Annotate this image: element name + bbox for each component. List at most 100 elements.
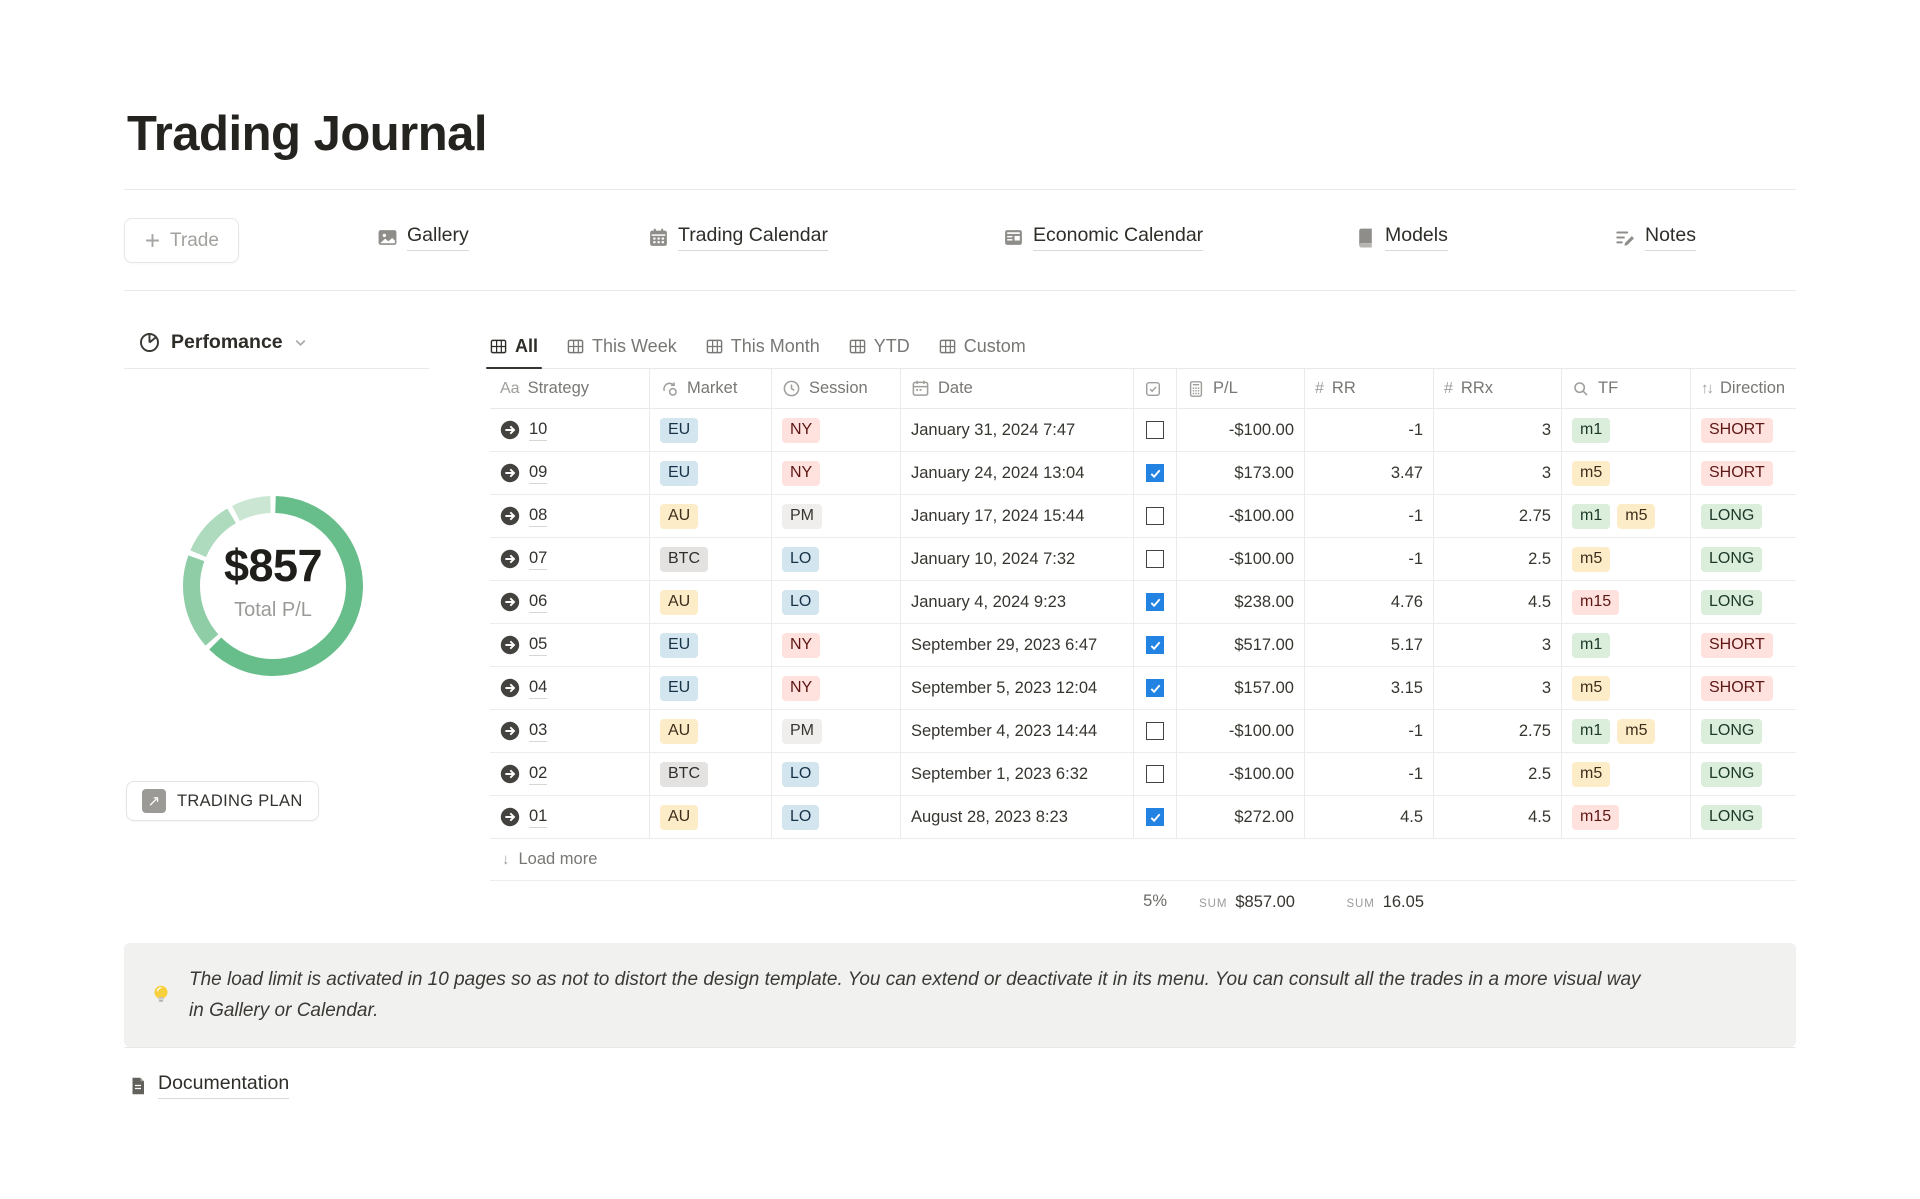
- cell-tf[interactable]: m5: [1562, 753, 1691, 796]
- checkbox[interactable]: [1146, 593, 1164, 611]
- nav-link-gallery[interactable]: Gallery: [377, 224, 469, 251]
- cell-pl[interactable]: $157.00: [1177, 667, 1305, 710]
- tab-custom[interactable]: Custom: [939, 330, 1026, 362]
- cell-pl[interactable]: $272.00: [1177, 796, 1305, 839]
- column-header-pl[interactable]: P/L: [1177, 369, 1305, 409]
- column-header-checked[interactable]: [1134, 369, 1177, 409]
- cell-pl[interactable]: -$100.00: [1177, 753, 1305, 796]
- trade-page-link[interactable]: 03: [500, 721, 547, 742]
- cell-market[interactable]: AU: [650, 796, 772, 839]
- cell-market[interactable]: AU: [650, 710, 772, 753]
- cell-pl[interactable]: -$100.00: [1177, 710, 1305, 753]
- column-header-rr[interactable]: #RR: [1305, 369, 1434, 409]
- tab-this-month[interactable]: This Month: [706, 330, 820, 362]
- cell-tf[interactable]: m5: [1562, 538, 1691, 581]
- cell-pl[interactable]: -$100.00: [1177, 409, 1305, 452]
- column-header-rrx[interactable]: #RRx: [1434, 369, 1562, 409]
- cell-date[interactable]: August 28, 2023 8:23: [901, 796, 1134, 839]
- cell-direction[interactable]: LONG: [1691, 495, 1796, 538]
- cell-session[interactable]: NY: [772, 409, 901, 452]
- cell-date[interactable]: January 17, 2024 15:44: [901, 495, 1134, 538]
- cell-rr[interactable]: -1: [1305, 753, 1434, 796]
- trade-button[interactable]: Trade: [124, 218, 239, 263]
- cell-rrx[interactable]: 4.5: [1434, 796, 1562, 839]
- footer-sum-rr[interactable]: SUM16.05: [1305, 881, 1434, 923]
- cell-session[interactable]: LO: [772, 796, 901, 839]
- cell-rr[interactable]: -1: [1305, 495, 1434, 538]
- checkbox[interactable]: [1146, 679, 1164, 697]
- checkbox[interactable]: [1146, 722, 1164, 740]
- cell-rrx[interactable]: 2.75: [1434, 710, 1562, 753]
- cell-session[interactable]: PM: [772, 495, 901, 538]
- cell-session[interactable]: NY: [772, 624, 901, 667]
- column-header-session[interactable]: Session: [772, 369, 901, 409]
- cell-tf[interactable]: m15: [1562, 796, 1691, 839]
- cell-direction[interactable]: LONG: [1691, 710, 1796, 753]
- cell-direction[interactable]: LONG: [1691, 753, 1796, 796]
- cell-rrx[interactable]: 2.5: [1434, 753, 1562, 796]
- cell-market[interactable]: EU: [650, 624, 772, 667]
- cell-date[interactable]: September 29, 2023 6:47: [901, 624, 1134, 667]
- cell-market[interactable]: AU: [650, 581, 772, 624]
- load-more-button[interactable]: ↓ Load more: [490, 839, 1796, 881]
- nav-link-notes[interactable]: Notes: [1614, 224, 1696, 251]
- performance-view-select[interactable]: Perfomance: [138, 331, 308, 354]
- tab-ytd[interactable]: YTD: [849, 330, 910, 362]
- checkbox[interactable]: [1146, 765, 1164, 783]
- column-header-strategy[interactable]: AaStrategy: [490, 369, 650, 409]
- cell-tf[interactable]: m1: [1562, 409, 1691, 452]
- cell-pl[interactable]: $173.00: [1177, 452, 1305, 495]
- cell-pl[interactable]: -$100.00: [1177, 538, 1305, 581]
- nav-link-models[interactable]: Models: [1355, 224, 1448, 251]
- page-title[interactable]: Trading Journal: [127, 106, 487, 162]
- cell-direction[interactable]: LONG: [1691, 581, 1796, 624]
- tab-all[interactable]: All: [490, 330, 538, 362]
- trade-page-link[interactable]: 09: [500, 463, 547, 484]
- column-header-date[interactable]: Date: [901, 369, 1134, 409]
- cell-tf[interactable]: m5: [1562, 667, 1691, 710]
- cell-session[interactable]: LO: [772, 753, 901, 796]
- checkbox[interactable]: [1146, 636, 1164, 654]
- cell-date[interactable]: January 24, 2024 13:04: [901, 452, 1134, 495]
- checkbox[interactable]: [1146, 550, 1164, 568]
- trade-page-link[interactable]: 06: [500, 592, 547, 613]
- cell-pl[interactable]: $238.00: [1177, 581, 1305, 624]
- cell-rrx[interactable]: 3: [1434, 667, 1562, 710]
- cell-rrx[interactable]: 4.5: [1434, 581, 1562, 624]
- cell-direction[interactable]: SHORT: [1691, 409, 1796, 452]
- cell-direction[interactable]: LONG: [1691, 796, 1796, 839]
- cell-date[interactable]: September 1, 2023 6:32: [901, 753, 1134, 796]
- cell-date[interactable]: January 31, 2024 7:47: [901, 409, 1134, 452]
- cell-rr[interactable]: 4.76: [1305, 581, 1434, 624]
- cell-rr[interactable]: -1: [1305, 710, 1434, 753]
- cell-session[interactable]: NY: [772, 667, 901, 710]
- cell-direction[interactable]: SHORT: [1691, 667, 1796, 710]
- trade-page-link[interactable]: 04: [500, 678, 547, 699]
- cell-market[interactable]: BTC: [650, 753, 772, 796]
- cell-tf[interactable]: m15: [1562, 581, 1691, 624]
- cell-rr[interactable]: 4.5: [1305, 796, 1434, 839]
- cell-direction[interactable]: SHORT: [1691, 452, 1796, 495]
- trade-page-link[interactable]: 07: [500, 549, 547, 570]
- trade-page-link[interactable]: 05: [500, 635, 547, 656]
- cell-market[interactable]: EU: [650, 409, 772, 452]
- checkbox[interactable]: [1146, 808, 1164, 826]
- cell-tf[interactable]: m1: [1562, 624, 1691, 667]
- cell-rrx[interactable]: 3: [1434, 409, 1562, 452]
- nav-link-economic-calendar[interactable]: Economic Calendar: [1003, 224, 1203, 251]
- cell-rr[interactable]: 5.17: [1305, 624, 1434, 667]
- cell-tf[interactable]: m1m5: [1562, 710, 1691, 753]
- cell-rr[interactable]: -1: [1305, 538, 1434, 581]
- trading-plan-button[interactable]: ↗ TRADING PLAN: [126, 781, 319, 821]
- column-header-market[interactable]: Market: [650, 369, 772, 409]
- cell-rr[interactable]: 3.47: [1305, 452, 1434, 495]
- cell-rr[interactable]: 3.15: [1305, 667, 1434, 710]
- column-header-direction[interactable]: ↑↓Direction: [1691, 369, 1796, 409]
- cell-rrx[interactable]: 2.75: [1434, 495, 1562, 538]
- trade-page-link[interactable]: 01: [500, 807, 547, 828]
- cell-session[interactable]: PM: [772, 710, 901, 753]
- footer-sum-pl[interactable]: SUM$857.00: [1177, 881, 1305, 923]
- nav-link-trading-calendar[interactable]: Trading Calendar: [648, 224, 828, 251]
- tab-this-week[interactable]: This Week: [567, 330, 677, 362]
- cell-session[interactable]: LO: [772, 538, 901, 581]
